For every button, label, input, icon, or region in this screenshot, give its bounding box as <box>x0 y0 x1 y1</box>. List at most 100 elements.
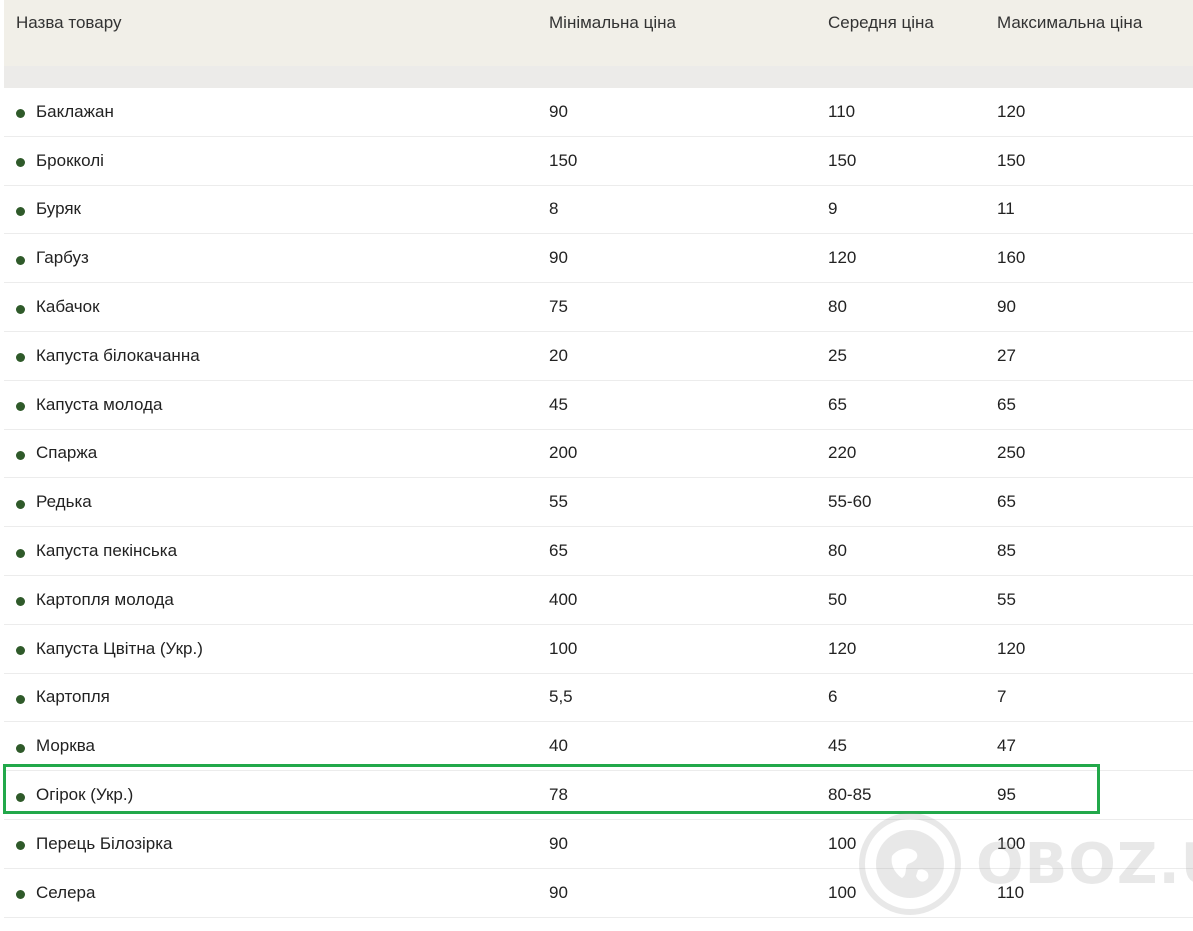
table-header: Назва товару Мінімальна ціна Середня цін… <box>4 0 1193 66</box>
product-name: Баклажан <box>36 101 114 121</box>
min-price-cell: 400 <box>549 589 578 609</box>
bullet-icon <box>16 255 25 265</box>
product-name: Редька <box>36 492 92 512</box>
max-price-cell: 7 <box>997 687 1007 707</box>
bullet-icon <box>16 792 25 802</box>
avg-price-cell: 50 <box>828 589 847 609</box>
table-row: Картопля 5,5 6 7 <box>4 674 1193 723</box>
product-name: Капуста білокачанна <box>36 345 200 365</box>
product-name: Морква <box>36 736 95 756</box>
table-row: Редька 55 55-60 65 <box>4 478 1193 528</box>
product-name: Селера <box>36 882 96 902</box>
min-price-cell: 5,5 <box>549 687 573 707</box>
min-price-cell: 200 <box>549 443 578 463</box>
product-name-cell: Морква <box>16 736 95 756</box>
product-name-cell: Капуста білокачанна <box>16 346 200 366</box>
price-table: Назва товару Мінімальна ціна Середня цін… <box>4 0 1193 918</box>
product-name-cell: Спаржа <box>16 443 97 463</box>
bullet-icon <box>16 109 25 119</box>
max-price-cell: 11 <box>997 199 1015 219</box>
bullet-icon <box>16 646 25 656</box>
min-price-cell: 40 <box>549 736 568 756</box>
avg-price-cell: 80-85 <box>828 785 872 805</box>
avg-price-cell: 65 <box>828 394 847 414</box>
table-row: Капуста Цвітна (Укр.) 100 120 120 <box>4 625 1193 674</box>
avg-price-cell: 45 <box>828 736 847 756</box>
max-price-cell: 250 <box>997 443 1026 463</box>
table-row: Баклажан 90 110 120 <box>4 88 1193 137</box>
product-name-cell: Картопля молода <box>16 590 174 610</box>
header-divider <box>4 66 1193 88</box>
avg-price-cell: 120 <box>828 248 857 268</box>
product-name: Буряк <box>36 199 81 219</box>
min-price-cell: 90 <box>549 248 568 268</box>
max-price-cell: 47 <box>997 736 1016 756</box>
avg-price-cell: 6 <box>828 687 838 707</box>
product-name-cell: Капуста молода <box>16 395 162 415</box>
min-price-cell: 45 <box>549 394 568 414</box>
product-name: Капуста молода <box>36 394 163 414</box>
min-price-cell: 78 <box>549 785 568 805</box>
product-name: Кабачок <box>36 297 100 317</box>
bullet-icon <box>16 694 25 704</box>
max-price-cell: 120 <box>997 638 1026 658</box>
avg-price-cell: 55-60 <box>828 492 872 512</box>
bullet-icon <box>16 206 25 216</box>
product-name: Огірок (Укр.) <box>36 785 134 805</box>
bullet-icon <box>16 499 25 509</box>
bullet-icon <box>16 841 25 851</box>
max-price-cell: 100 <box>997 833 1026 853</box>
product-name: Перець Білозірка <box>36 833 173 853</box>
min-price-cell: 55 <box>549 492 568 512</box>
max-price-cell: 110 <box>997 882 1025 902</box>
avg-price-cell: 80 <box>828 541 847 561</box>
product-name: Картопля молода <box>36 589 174 609</box>
product-name-cell: Буряк <box>16 199 81 219</box>
max-price-cell: 150 <box>997 150 1026 170</box>
product-name-cell: Капуста пекінська <box>16 541 177 561</box>
product-name: Брокколі <box>36 150 104 170</box>
table-row: Брокколі 150 150 150 <box>4 137 1193 186</box>
table-row: Гарбуз 90 120 160 <box>4 234 1193 284</box>
min-price-cell: 90 <box>549 882 568 902</box>
bullet-icon <box>16 450 25 460</box>
product-name-cell: Брокколі <box>16 151 104 171</box>
table-row: Капуста молода 45 65 65 <box>4 381 1193 430</box>
bullet-icon <box>16 743 25 753</box>
product-name: Картопля <box>36 687 110 707</box>
max-price-cell: 65 <box>997 394 1016 414</box>
avg-price-cell: 25 <box>828 345 847 365</box>
product-name-cell: Огірок (Укр.) <box>16 785 133 805</box>
bullet-icon <box>16 353 25 363</box>
table-row: Капуста білокачанна 20 25 27 <box>4 332 1193 381</box>
max-price-cell: 27 <box>997 345 1016 365</box>
product-name-cell: Баклажан <box>16 102 114 122</box>
product-name-cell: Редька <box>16 492 92 512</box>
avg-price-cell: 100 <box>828 882 857 902</box>
bullet-icon <box>16 158 25 168</box>
min-price-cell: 100 <box>549 638 578 658</box>
header-avg-price: Середня ціна <box>828 13 934 32</box>
bullet-icon <box>16 890 25 900</box>
min-price-cell: 150 <box>549 150 578 170</box>
table-row: Капуста пекінська 65 80 85 <box>4 527 1193 576</box>
min-price-cell: 20 <box>549 345 568 365</box>
avg-price-cell: 100 <box>828 833 857 853</box>
avg-price-cell: 120 <box>828 638 857 658</box>
product-name: Гарбуз <box>36 248 89 268</box>
min-price-cell: 90 <box>549 101 568 121</box>
product-name-cell: Картопля <box>16 687 110 707</box>
header-max-price: Максимальна ціна <box>997 13 1143 32</box>
product-name-cell: Селера <box>16 883 95 903</box>
avg-price-cell: 80 <box>828 297 847 317</box>
bullet-icon <box>16 597 25 607</box>
header-product-name: Назва товару <box>16 13 122 32</box>
max-price-cell: 95 <box>997 785 1016 805</box>
bullet-icon <box>16 304 25 314</box>
max-price-cell: 85 <box>997 541 1016 561</box>
product-name: Капуста пекінська <box>36 541 178 561</box>
max-price-cell: 55 <box>997 589 1016 609</box>
min-price-cell: 75 <box>549 297 568 317</box>
table-row: Кабачок 75 80 90 <box>4 283 1193 332</box>
bullet-icon <box>16 548 25 558</box>
